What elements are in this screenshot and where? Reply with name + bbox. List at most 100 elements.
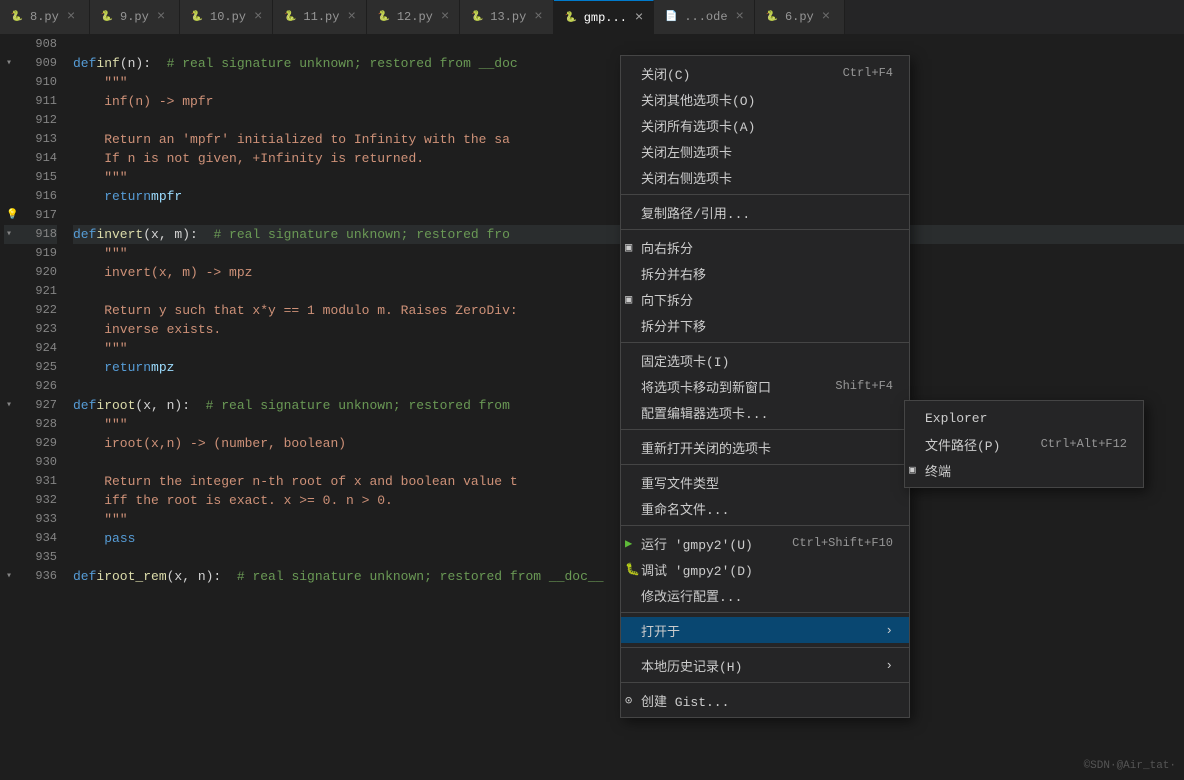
tab-10py[interactable]: 🐍 10.py × (180, 0, 273, 35)
menu-item-split-move-right[interactable]: 拆分并右移 (621, 260, 909, 286)
menu-label-reopen-closed: 重新打开关闭的选项卡 (641, 438, 893, 457)
menu-sep-9 (621, 682, 909, 683)
menu-item-modify-run-config[interactable]: 修改运行配置... (621, 582, 909, 608)
menu-item-split-down[interactable]: ▣ 向下拆分 (621, 286, 909, 312)
tab-close-10py[interactable]: × (254, 10, 262, 24)
run-icon: ▶ (625, 536, 632, 551)
tab-6py[interactable]: 🐍 6.py × (755, 0, 845, 35)
menu-item-rewrite-filetype[interactable]: 重写文件类型 (621, 469, 909, 495)
menu-shortcut-move-to-window: Shift+F4 (835, 379, 893, 393)
submenu-label-terminal: 终端 (925, 461, 1127, 480)
tab-label-8py: 8.py (30, 10, 59, 24)
python-icon-8: 🐍 (10, 10, 24, 24)
menu-label-run: 运行 'gmpy2'(U) (641, 534, 772, 553)
menu-label-close-all: 关闭所有选项卡(A) (641, 116, 893, 135)
submenu-arrow-open-in: › (885, 623, 893, 638)
menu-item-split-right[interactable]: ▣ 向右拆分 (621, 234, 909, 260)
submenu-label-file-path: 文件路径(P) (925, 435, 1021, 454)
tab-label-10py: 10.py (210, 10, 246, 24)
tab-close-12py[interactable]: × (441, 10, 449, 24)
context-menu-primary: 关闭(C) Ctrl+F4 关闭其他选项卡(O) 关闭所有选项卡(A) 关闭左侧… (620, 55, 910, 718)
tab-label-ode: ...ode (684, 10, 727, 24)
submenu-arrow-history: › (885, 658, 893, 673)
tab-ode[interactable]: 📄 ...ode × (654, 0, 755, 35)
tab-8py[interactable]: 🐍 8.py × (0, 0, 90, 35)
tab-label-11py: 11.py (303, 10, 339, 24)
tab-label-9py: 9.py (120, 10, 149, 24)
menu-item-split-move-down[interactable]: 拆分并下移 (621, 312, 909, 338)
split-right-icon: ▣ (625, 240, 632, 255)
menu-shortcut-close: Ctrl+F4 (843, 66, 893, 80)
tab-label-12py: 12.py (397, 10, 433, 24)
menu-item-debug[interactable]: 🐛 调试 'gmpy2'(D) (621, 556, 909, 582)
context-menu-overlay: 关闭(C) Ctrl+F4 关闭其他选项卡(O) 关闭所有选项卡(A) 关闭左侧… (0, 35, 1184, 780)
tab-close-ode[interactable]: × (736, 10, 744, 24)
tab-close-gmpy[interactable]: × (635, 11, 643, 25)
menu-item-close-all[interactable]: 关闭所有选项卡(A) (621, 112, 909, 138)
menu-label-open-in: 打开于 (641, 621, 881, 640)
python-icon-9: 🐍 (100, 10, 114, 24)
menu-item-copy-path[interactable]: 复制路径/引用... (621, 199, 909, 225)
menu-item-local-history[interactable]: 本地历史记录(H) › (621, 652, 909, 678)
tab-label-gmpy: gmp... (584, 11, 627, 25)
submenu-label-explorer: Explorer (925, 411, 1127, 426)
menu-item-run[interactable]: ▶ 运行 'gmpy2'(U) Ctrl+Shift+F10 (621, 530, 909, 556)
menu-label-close: 关闭(C) (641, 64, 823, 83)
tab-label-13py: 13.py (490, 10, 526, 24)
tab-9py[interactable]: 🐍 9.py × (90, 0, 180, 35)
menu-sep-5 (621, 464, 909, 465)
submenu-shortcut-file-path: Ctrl+Alt+F12 (1041, 437, 1127, 451)
menu-sep-1 (621, 194, 909, 195)
menu-label-move-to-window: 将选项卡移动到新窗口 (641, 377, 815, 396)
tab-close-9py[interactable]: × (157, 10, 165, 24)
menu-item-close-others[interactable]: 关闭其他选项卡(O) (621, 86, 909, 112)
menu-label-debug: 调试 'gmpy2'(D) (641, 560, 893, 579)
tab-close-11py[interactable]: × (347, 10, 355, 24)
menu-label-split-right: 向右拆分 (641, 238, 893, 257)
tab-13py[interactable]: 🐍 13.py × (460, 0, 553, 35)
debug-icon: 🐛 (625, 562, 640, 577)
submenu-item-file-path[interactable]: 文件路径(P) Ctrl+Alt+F12 (905, 431, 1143, 457)
split-down-icon: ▣ (625, 292, 632, 307)
file-icon-ode: 📄 (664, 10, 678, 24)
tab-close-6py[interactable]: × (822, 10, 830, 24)
tab-close-8py[interactable]: × (67, 10, 75, 24)
terminal-icon: ▣ (909, 463, 916, 477)
tab-close-13py[interactable]: × (534, 10, 542, 24)
menu-item-create-gist[interactable]: ⊙ 创建 Gist... (621, 687, 909, 713)
menu-label-create-gist: 创建 Gist... (641, 691, 893, 710)
menu-sep-3 (621, 342, 909, 343)
menu-label-rewrite-filetype: 重写文件类型 (641, 473, 893, 492)
tab-12py[interactable]: 🐍 12.py × (367, 0, 460, 35)
menu-label-copy-path: 复制路径/引用... (641, 203, 893, 222)
menu-item-close-left[interactable]: 关闭左侧选项卡 (621, 138, 909, 164)
menu-item-close-right[interactable]: 关闭右侧选项卡 (621, 164, 909, 190)
menu-label-pin-tab: 固定选项卡(I) (641, 351, 893, 370)
menu-label-close-left: 关闭左侧选项卡 (641, 142, 893, 161)
menu-sep-2 (621, 229, 909, 230)
python-icon-10: 🐍 (190, 10, 204, 24)
editor-area: 908 ▾ 909 910 911 912 913 914 915 916 💡 … (0, 35, 1184, 780)
menu-item-reopen-closed[interactable]: 重新打开关闭的选项卡 (621, 434, 909, 460)
menu-item-pin-tab[interactable]: 固定选项卡(I) (621, 347, 909, 373)
menu-label-split-down: 向下拆分 (641, 290, 893, 309)
menu-label-configure-tabs: 配置编辑器选项卡... (641, 403, 893, 422)
submenu-item-explorer[interactable]: Explorer (905, 405, 1143, 431)
tab-gmpy[interactable]: 🐍 gmp... × (554, 0, 655, 35)
menu-item-rename-file[interactable]: 重命名文件... (621, 495, 909, 521)
python-icon-13: 🐍 (470, 10, 484, 24)
menu-label-local-history: 本地历史记录(H) (641, 656, 881, 675)
menu-item-open-in[interactable]: 打开于 › (621, 617, 909, 643)
context-menu-secondary: Explorer 文件路径(P) Ctrl+Alt+F12 ▣ 终端 (904, 400, 1144, 488)
tab-11py[interactable]: 🐍 11.py × (273, 0, 366, 35)
menu-item-close[interactable]: 关闭(C) Ctrl+F4 (621, 60, 909, 86)
menu-label-close-others: 关闭其他选项卡(O) (641, 90, 893, 109)
submenu-item-terminal[interactable]: ▣ 终端 (905, 457, 1143, 483)
menu-shortcut-run: Ctrl+Shift+F10 (792, 536, 893, 550)
menu-sep-6 (621, 525, 909, 526)
gist-icon: ⊙ (625, 693, 632, 708)
python-icon-11: 🐍 (283, 10, 297, 24)
python-icon-12: 🐍 (377, 10, 391, 24)
menu-item-configure-tabs[interactable]: 配置编辑器选项卡... (621, 399, 909, 425)
menu-item-move-to-window[interactable]: 将选项卡移动到新窗口 Shift+F4 (621, 373, 909, 399)
